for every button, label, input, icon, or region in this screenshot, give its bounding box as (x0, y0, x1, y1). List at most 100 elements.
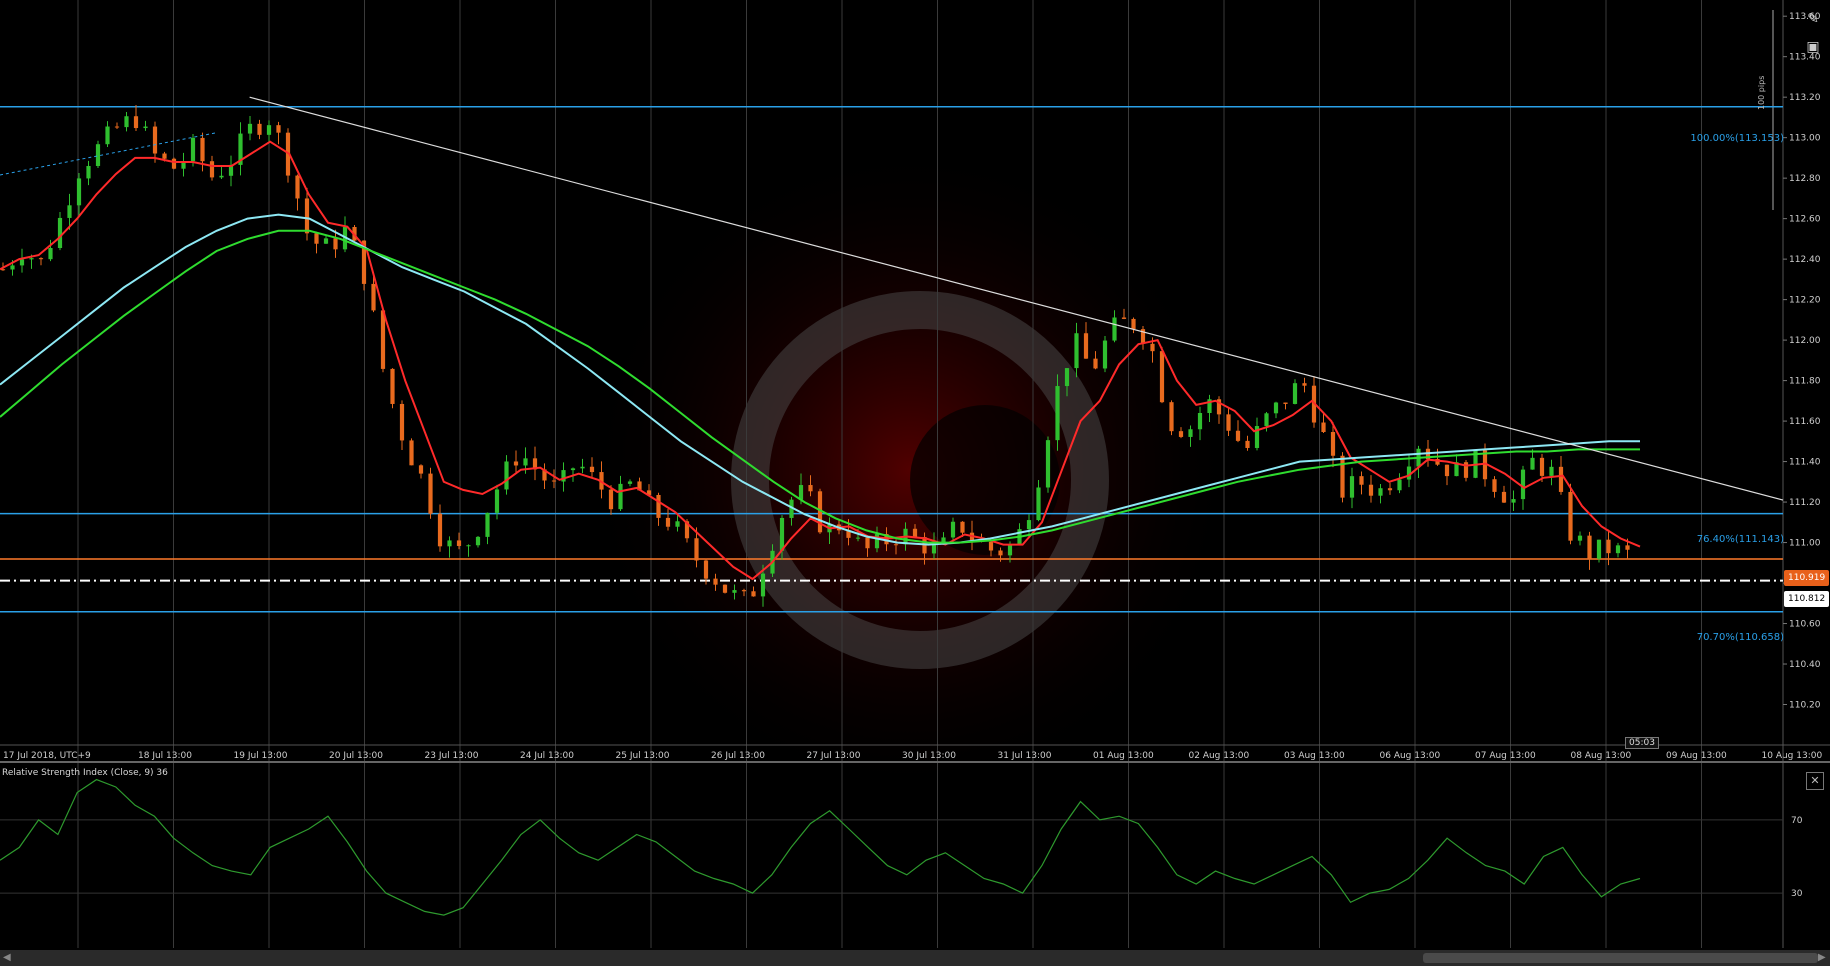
candle-body (912, 528, 918, 538)
candle-body (437, 513, 443, 547)
candle-body (874, 534, 880, 549)
candle-body (1093, 358, 1098, 369)
x-tick-label: 06 Aug 13:00 (1380, 751, 1441, 761)
candle-body (399, 403, 405, 441)
candle-body (1188, 429, 1193, 437)
edit-icon[interactable]: ✎ (1804, 10, 1822, 28)
y-tick-label: 111.40 (1789, 458, 1821, 468)
candle-body (570, 468, 576, 471)
candle-body (1577, 535, 1583, 541)
candle-body (722, 584, 728, 593)
camera-icon[interactable]: ▣ (1804, 38, 1822, 56)
candle-body (1064, 368, 1070, 387)
x-tick-label: 17 Jul 2018, UTC+9 (3, 751, 91, 761)
candle-body (1558, 466, 1564, 492)
candle-body (713, 578, 718, 585)
candle-body (200, 137, 205, 162)
background-glow (580, 140, 1240, 800)
candle-body (760, 573, 766, 597)
candle-body (618, 483, 623, 510)
scroll-left-icon[interactable]: ◀ (3, 950, 11, 966)
y-tick-label: 110.60 (1789, 620, 1821, 630)
x-tick-label: 24 Jul 13:00 (520, 751, 574, 761)
candle-body (1587, 535, 1592, 559)
candle-body (1568, 491, 1573, 541)
scroll-thumb[interactable] (1423, 953, 1818, 963)
candle-body (1007, 544, 1013, 556)
y-tick-label: 111.20 (1789, 498, 1821, 508)
candle-body (1387, 488, 1393, 491)
candle-body (1197, 412, 1203, 430)
candle-body (190, 137, 196, 162)
close-icon[interactable]: ✕ (1806, 772, 1824, 790)
candle-body (10, 265, 15, 270)
candle-body (314, 233, 319, 244)
candle-body (1549, 466, 1554, 476)
candle-body (1264, 413, 1269, 427)
candle-body (675, 521, 680, 527)
candle-body (998, 550, 1003, 556)
candle-body (1606, 539, 1611, 554)
candle-body (627, 481, 633, 484)
candle-body (779, 517, 785, 551)
candle-body (798, 485, 804, 500)
candle-body (1530, 457, 1535, 470)
rsi-y-tick-label: 30 (1791, 889, 1803, 899)
candle-body (1178, 431, 1184, 437)
candle-body (1245, 440, 1250, 448)
candle-body (105, 126, 110, 145)
candle-body (418, 465, 424, 474)
candle-body (114, 126, 120, 128)
candle-body (171, 158, 177, 169)
x-tick-label: 30 Jul 13:00 (902, 751, 956, 761)
candle-body (1045, 440, 1051, 488)
candle-body (1378, 488, 1383, 496)
candle-body (209, 161, 215, 178)
candle-body (523, 458, 528, 466)
candle-body (504, 461, 509, 490)
y-tick-label: 110.40 (1789, 660, 1821, 670)
horizontal-scrollbar[interactable]: ◀ ▶ (0, 950, 1830, 966)
y-tick-label: 110.20 (1789, 701, 1821, 711)
candle-body (29, 258, 34, 260)
y-tick-label: 111.00 (1789, 539, 1821, 549)
candle-body (86, 165, 91, 179)
candle-body (295, 175, 300, 199)
candle-body (732, 590, 737, 593)
candle-body (988, 541, 994, 551)
candle-body (580, 466, 585, 469)
candle-body (1055, 386, 1060, 441)
candle-body (1397, 479, 1402, 491)
y-tick-label: 113.00 (1789, 134, 1821, 144)
candle-body (1444, 464, 1450, 477)
candle-body (247, 123, 253, 134)
candle-body (1235, 430, 1241, 441)
candle-body (466, 545, 471, 547)
y-tick-label: 112.00 (1789, 336, 1821, 346)
candle-body (893, 544, 899, 546)
candle-body (1283, 402, 1288, 404)
candle-body (95, 144, 101, 166)
candle-body (57, 217, 63, 248)
y-tick-label: 112.60 (1789, 215, 1821, 225)
x-tick-label: 18 Jul 13:00 (138, 751, 192, 761)
candle-body (1159, 351, 1165, 403)
candle-body (1340, 455, 1345, 498)
candle-body (1150, 343, 1155, 352)
fib-707-label: 70.70%(110.658) (1696, 632, 1784, 643)
candle-body (1083, 333, 1089, 359)
candle-body (1026, 520, 1032, 530)
candle-body (266, 125, 272, 135)
candle-body (333, 238, 338, 250)
candle-body (1596, 539, 1602, 559)
x-tick-label: 31 Jul 13:00 (998, 751, 1052, 761)
fib-764-label: 76.40%(111.143) (1696, 534, 1784, 545)
scroll-right-icon[interactable]: ▶ (1818, 950, 1826, 966)
y-tick-label: 112.40 (1789, 255, 1821, 265)
candle-body (865, 537, 870, 549)
candle-body (1520, 469, 1526, 500)
candle-body (1036, 487, 1041, 521)
trading-chart[interactable]: 17 Jul 2018, UTC+9 18 Jul 13:00 19 Jul 13:… (0, 0, 1830, 950)
candle-body (1112, 317, 1117, 341)
fib-100-label: 100.00%(113.153) (1690, 133, 1784, 144)
